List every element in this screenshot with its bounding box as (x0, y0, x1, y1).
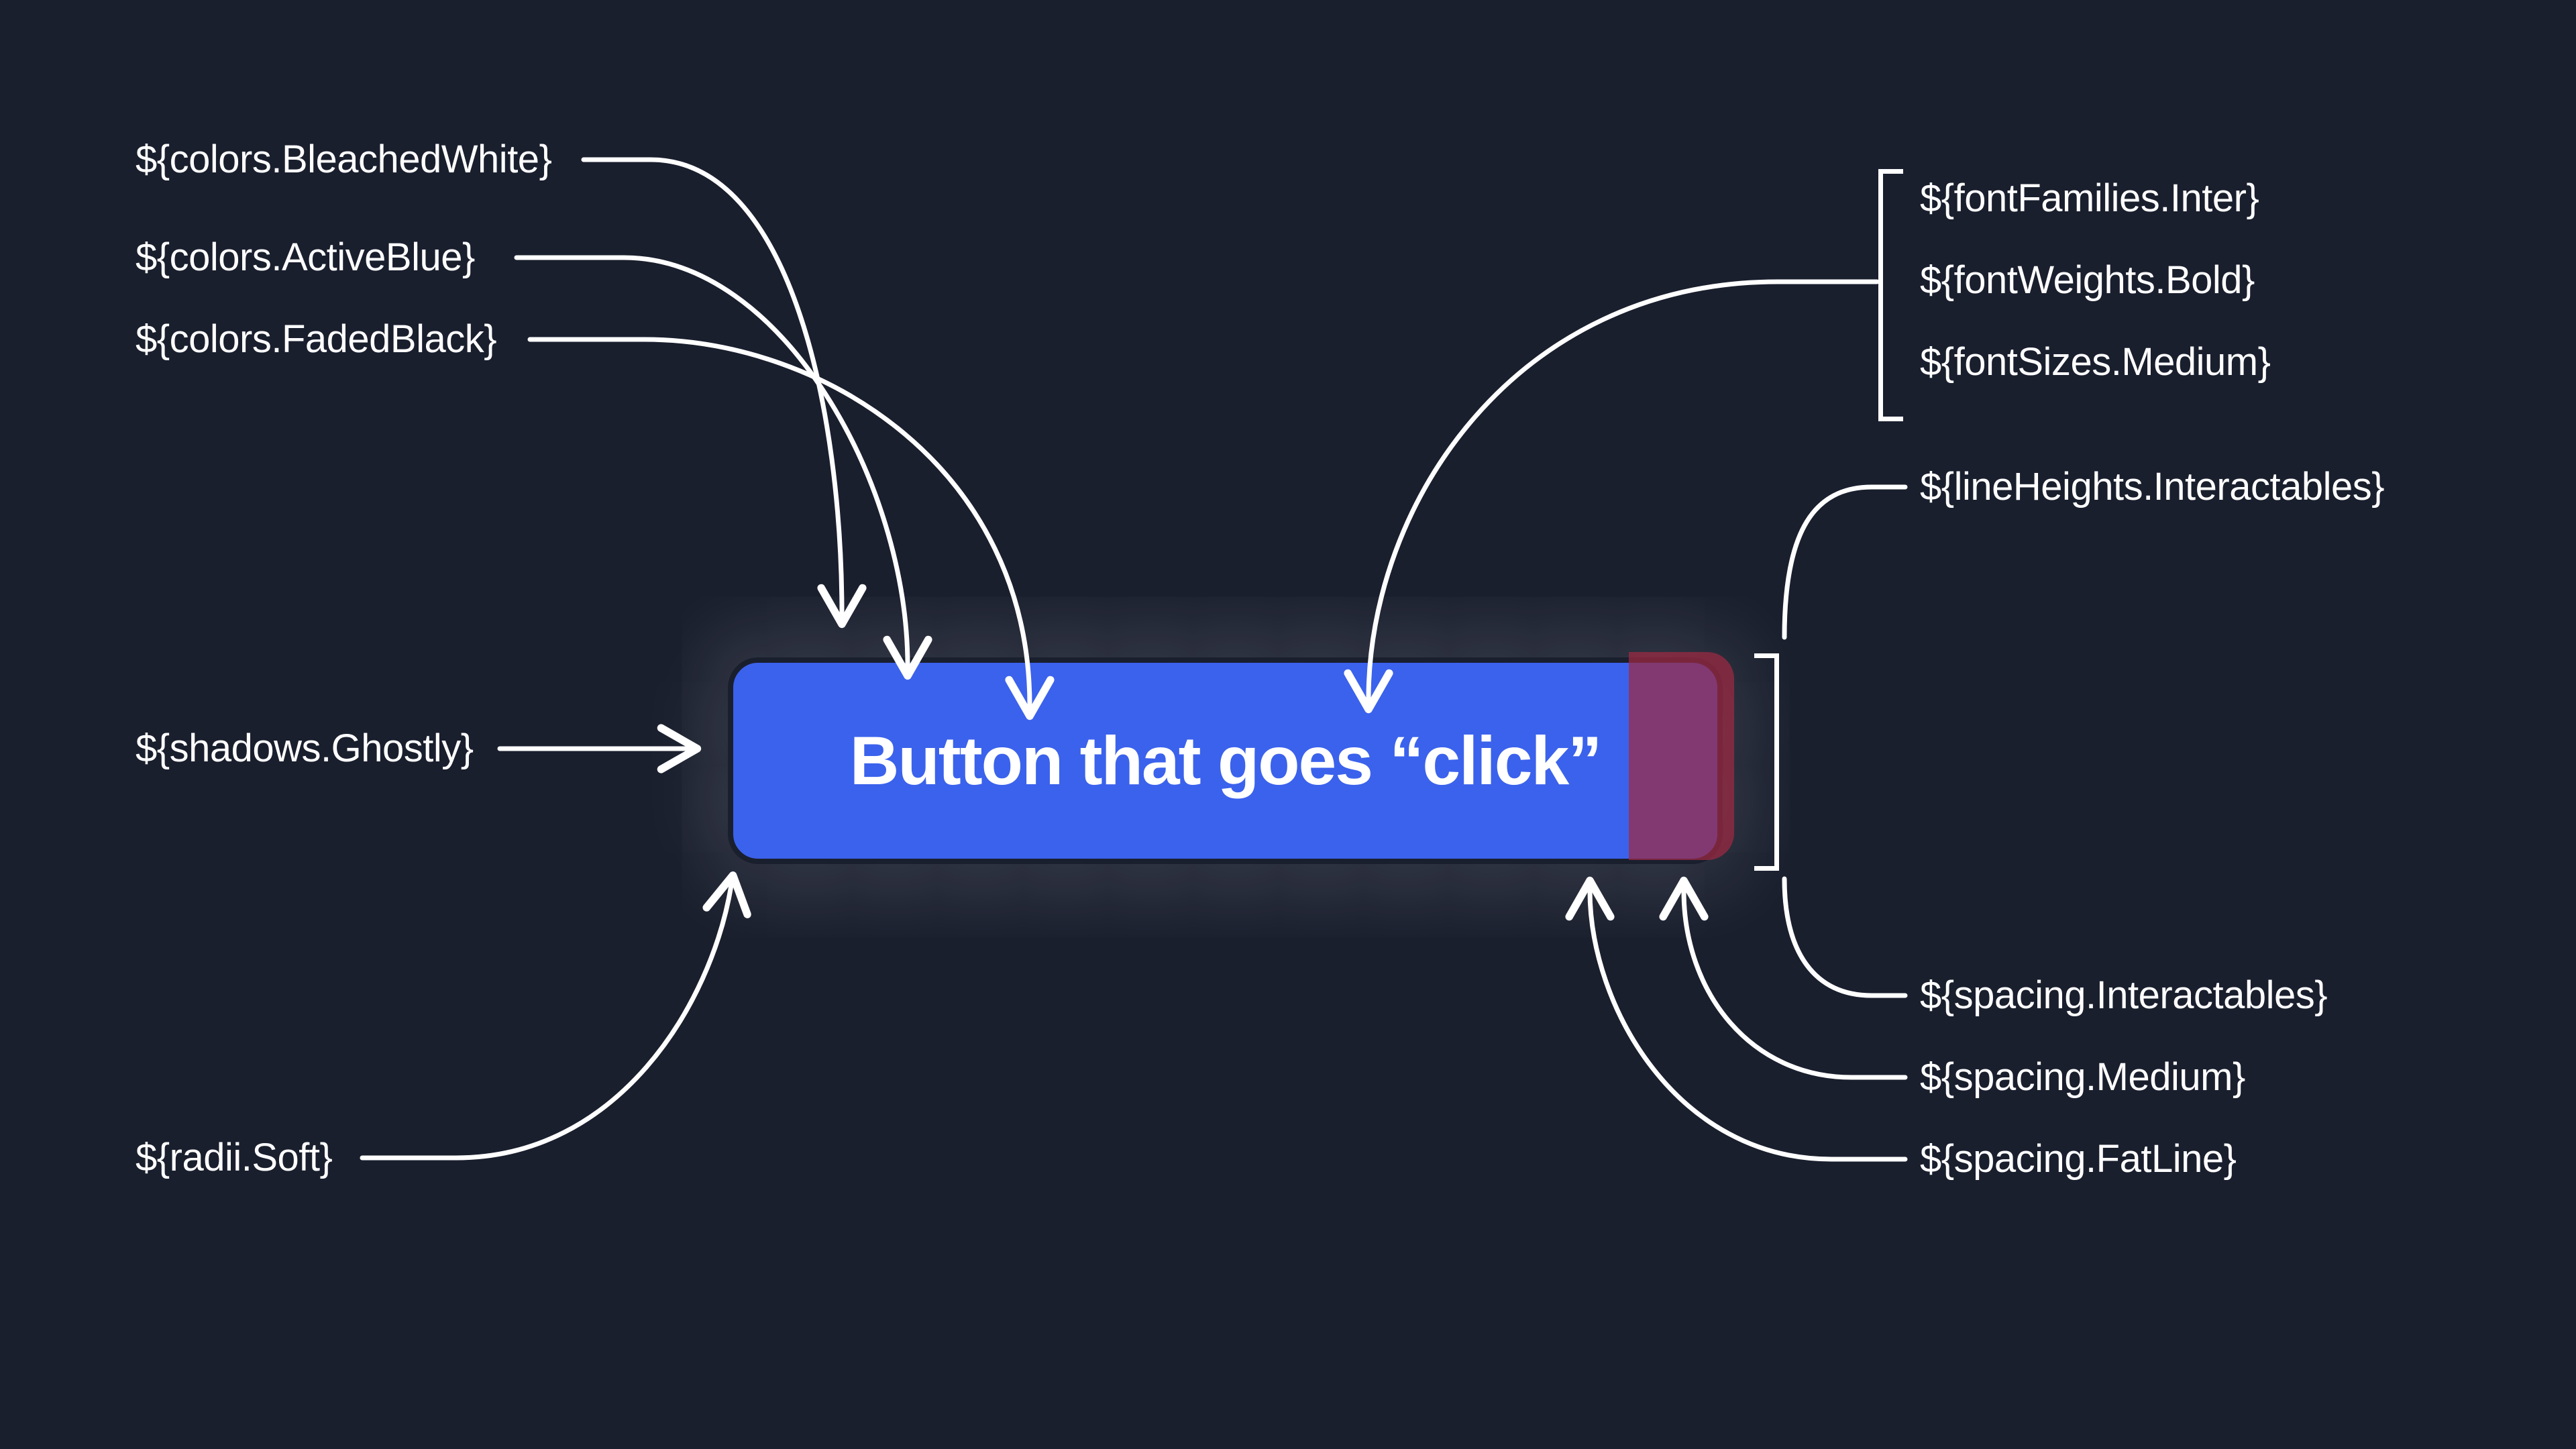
diagram-canvas: ${colors.BleachedWhite} ${colors.ActiveB… (0, 0, 2576, 1449)
line-font-group (1368, 282, 1877, 699)
spacing-overlay (1629, 652, 1734, 860)
example-button[interactable]: Button that goes “click” (728, 657, 1723, 864)
token-label-font-weights-bold: ${fontWeights.Bold} (1920, 258, 2255, 303)
token-label-colors-bleached-white: ${colors.BleachedWhite} (136, 137, 551, 182)
token-label-colors-faded-black: ${colors.FadedBlack} (136, 317, 496, 362)
button-height-bracket-icon (1754, 653, 1779, 871)
line-spacing-fatline (1590, 891, 1905, 1159)
token-label-radii-soft: ${radii.Soft} (136, 1135, 332, 1180)
token-label-spacing-fat-line: ${spacing.FatLine} (1920, 1136, 2236, 1181)
line-spacing-interactables (1784, 879, 1905, 996)
token-label-colors-active-blue: ${colors.ActiveBlue} (136, 235, 475, 280)
token-label-line-heights-interactables: ${lineHeights.Interactables} (1920, 464, 2384, 509)
token-label-font-families-inter: ${fontFamilies.Inter} (1920, 176, 2259, 221)
token-label-spacing-interactables: ${spacing.Interactables} (1920, 973, 2327, 1018)
line-radii-soft (362, 885, 731, 1158)
line-bleached-white (584, 160, 842, 614)
line-lineheights (1784, 487, 1905, 637)
line-active-blue (517, 258, 908, 665)
token-label-shadows-ghostly: ${shadows.Ghostly} (136, 726, 474, 771)
line-spacing-medium (1684, 891, 1905, 1077)
line-faded-black (530, 339, 1030, 706)
example-button-label: Button that goes “click” (850, 722, 1601, 800)
token-label-font-sizes-medium: ${fontSizes.Medium} (1920, 339, 2270, 384)
font-group-bracket-icon (1878, 169, 1903, 421)
token-label-spacing-medium: ${spacing.Medium} (1920, 1055, 2245, 1099)
